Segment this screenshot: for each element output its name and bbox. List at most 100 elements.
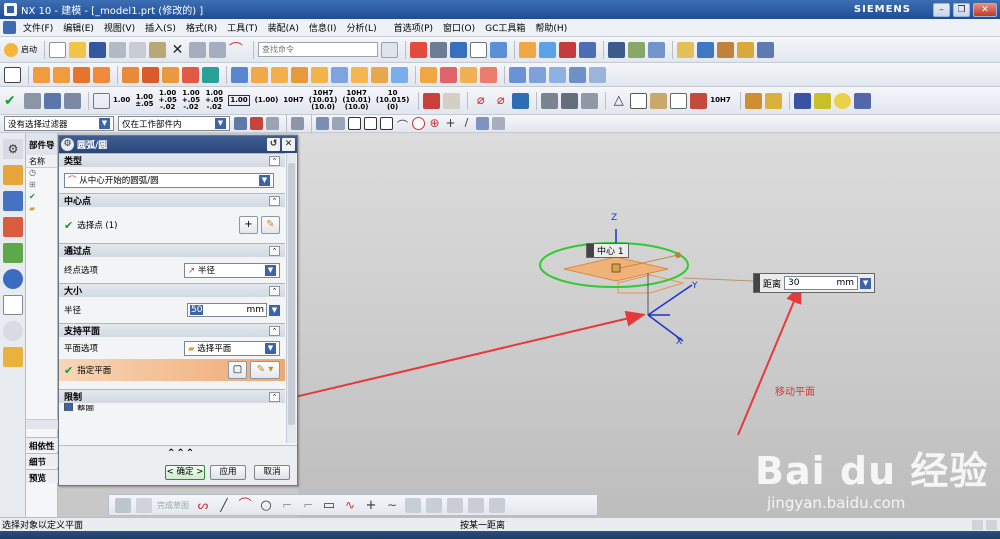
snap-intersection-icon[interactable]: +: [444, 117, 457, 130]
dialog-scrollbar[interactable]: [286, 153, 296, 443]
ok-button[interactable]: < 确定 >: [165, 465, 205, 480]
pad-icon[interactable]: [122, 66, 139, 83]
section-plane[interactable]: 支持平面 ⌃: [59, 323, 285, 337]
thicken-icon[interactable]: [569, 66, 586, 83]
menu-info[interactable]: 信息(I): [304, 21, 342, 34]
edge-blend-icon[interactable]: [251, 66, 268, 83]
snap-quadrant-icon[interactable]: ⊕: [428, 117, 441, 130]
section-through[interactable]: 通过点 ⌃: [59, 243, 285, 257]
radius-value[interactable]: 50: [190, 305, 204, 315]
menu-format[interactable]: 格式(R): [181, 21, 222, 34]
trim-icon[interactable]: [405, 497, 421, 513]
arrow-icon[interactable]: [512, 92, 530, 109]
collapse-icon[interactable]: ⌃: [269, 325, 280, 336]
minimize-button[interactable]: –: [933, 2, 950, 17]
draft-icon[interactable]: [291, 66, 308, 83]
select-point-label[interactable]: 选择点 (1): [77, 219, 236, 231]
view-orient-icon[interactable]: [430, 41, 447, 58]
fit-label[interactable]: 10H7: [710, 97, 730, 104]
more-options-icon[interactable]: ⌃⌃⌃: [167, 448, 195, 459]
menu-help[interactable]: 帮助(H): [530, 21, 572, 34]
status-view-icon[interactable]: [972, 519, 983, 530]
fit-view-icon[interactable]: [410, 41, 427, 58]
chamfer-sketch-icon[interactable]: ⌐: [300, 498, 316, 513]
scope-filter-dropdown[interactable]: 仅在工作部件内 ▼: [118, 116, 230, 131]
snap-control-icon[interactable]: [380, 117, 393, 130]
type-filter-dropdown[interactable]: 没有选择过滤器 ▼: [4, 116, 114, 131]
tree-row[interactable]: ◷: [26, 168, 57, 180]
preview-pane[interactable]: 预览: [26, 469, 58, 483]
tol-style-10[interactable]: 10H7 (10.01) (10.0): [342, 90, 371, 111]
unite-icon[interactable]: [182, 66, 199, 83]
surface-finish-icon[interactable]: [541, 92, 559, 109]
reuse-library-icon[interactable]: [3, 243, 23, 263]
layer-settings-icon[interactable]: [628, 41, 645, 58]
through-curves-icon[interactable]: [529, 66, 546, 83]
command-search-input[interactable]: [258, 42, 378, 57]
surface-icon[interactable]: [509, 66, 526, 83]
tol-style-2[interactable]: 1.00 ±.05: [135, 93, 153, 108]
gc-toolbox-icon[interactable]: [677, 41, 694, 58]
pattern-icon[interactable]: [162, 66, 179, 83]
arc-command-icon[interactable]: ⌒: [229, 42, 246, 58]
open-folder-icon[interactable]: [69, 41, 86, 58]
rapid-dim-icon[interactable]: [93, 92, 110, 109]
section-type[interactable]: 类型 ⌃: [59, 153, 285, 167]
layer-icon[interactable]: [490, 41, 507, 58]
dimension-sketch-icon[interactable]: [489, 497, 505, 513]
table-note-icon[interactable]: [630, 92, 648, 109]
pmi-icon[interactable]: [24, 92, 41, 109]
specify-plane-row[interactable]: ✔ 指定平面 ▢ ✎ ▾: [59, 359, 285, 381]
start-icon[interactable]: [4, 42, 18, 57]
tol-style-11[interactable]: 10 (10.015) (0): [376, 90, 409, 111]
dialog-close-icon[interactable]: ✕: [282, 138, 295, 151]
boss-icon[interactable]: [93, 66, 110, 83]
extend-icon[interactable]: [426, 497, 442, 513]
undo-icon[interactable]: [189, 41, 206, 58]
paste-icon[interactable]: [149, 41, 166, 58]
menu-gc-toolbox[interactable]: GC工具箱: [480, 21, 530, 34]
menu-view[interactable]: 视图(V): [99, 21, 140, 34]
washer-icon[interactable]: [833, 92, 851, 109]
snap-point-icon[interactable]: [250, 117, 263, 130]
details-pane[interactable]: 细节: [26, 453, 58, 467]
extrude-icon[interactable]: [33, 66, 50, 83]
web-browser-icon[interactable]: [3, 295, 23, 315]
mirror-icon[interactable]: [371, 66, 388, 83]
menu-preferences[interactable]: 首选项(P): [389, 21, 438, 34]
render-style-icon[interactable]: [450, 41, 467, 58]
radius-input[interactable]: 50 mm: [187, 303, 267, 317]
snap-center-icon[interactable]: [412, 117, 425, 130]
finish-sketch-label[interactable]: 完成草图: [157, 500, 189, 511]
collapse-icon[interactable]: ⌃: [269, 155, 280, 166]
horizontal-scrollbar[interactable]: [26, 419, 58, 429]
dialog-gear-icon[interactable]: ⚙: [61, 138, 74, 151]
tol-style-5[interactable]: 1.00 +.05 -.02: [205, 90, 223, 111]
menu-insert[interactable]: 插入(S): [140, 21, 181, 34]
filter-settings-icon[interactable]: [234, 117, 247, 130]
distance-onscreen-input[interactable]: 距离 30 mm ▼: [753, 273, 876, 293]
parts-list-icon[interactable]: [650, 92, 668, 109]
snap-existing-icon[interactable]: [492, 117, 505, 130]
point-dialog-button[interactable]: +: [239, 216, 258, 234]
weld-symbol-icon[interactable]: [561, 92, 579, 109]
section-center[interactable]: 中心点 ⌃: [59, 193, 285, 207]
point-icon[interactable]: +: [363, 498, 379, 513]
copy-icon[interactable]: [129, 41, 146, 58]
finish-sketch-icon[interactable]: [136, 497, 152, 513]
distance-field[interactable]: 30 mm: [784, 276, 859, 290]
collapse-icon[interactable]: ⌃: [269, 195, 280, 206]
sketch-icon[interactable]: [4, 66, 21, 83]
snap-endpoint-icon[interactable]: [348, 117, 361, 130]
select-body-icon[interactable]: [332, 117, 345, 130]
revolve-icon[interactable]: [53, 66, 70, 83]
collapse-icon[interactable]: ⌃: [269, 285, 280, 296]
datum-icon[interactable]: [202, 66, 219, 83]
tol-style-4[interactable]: 1.00 +.05 -.02: [182, 90, 200, 111]
weld-tool-icon[interactable]: [737, 41, 754, 58]
slot-icon[interactable]: [142, 66, 159, 83]
drag-handle-icon[interactable]: [754, 274, 760, 292]
plane-dialog-button[interactable]: ▢: [228, 361, 247, 379]
emboss-icon[interactable]: [480, 66, 497, 83]
triangle-icon[interactable]: △: [610, 93, 627, 109]
